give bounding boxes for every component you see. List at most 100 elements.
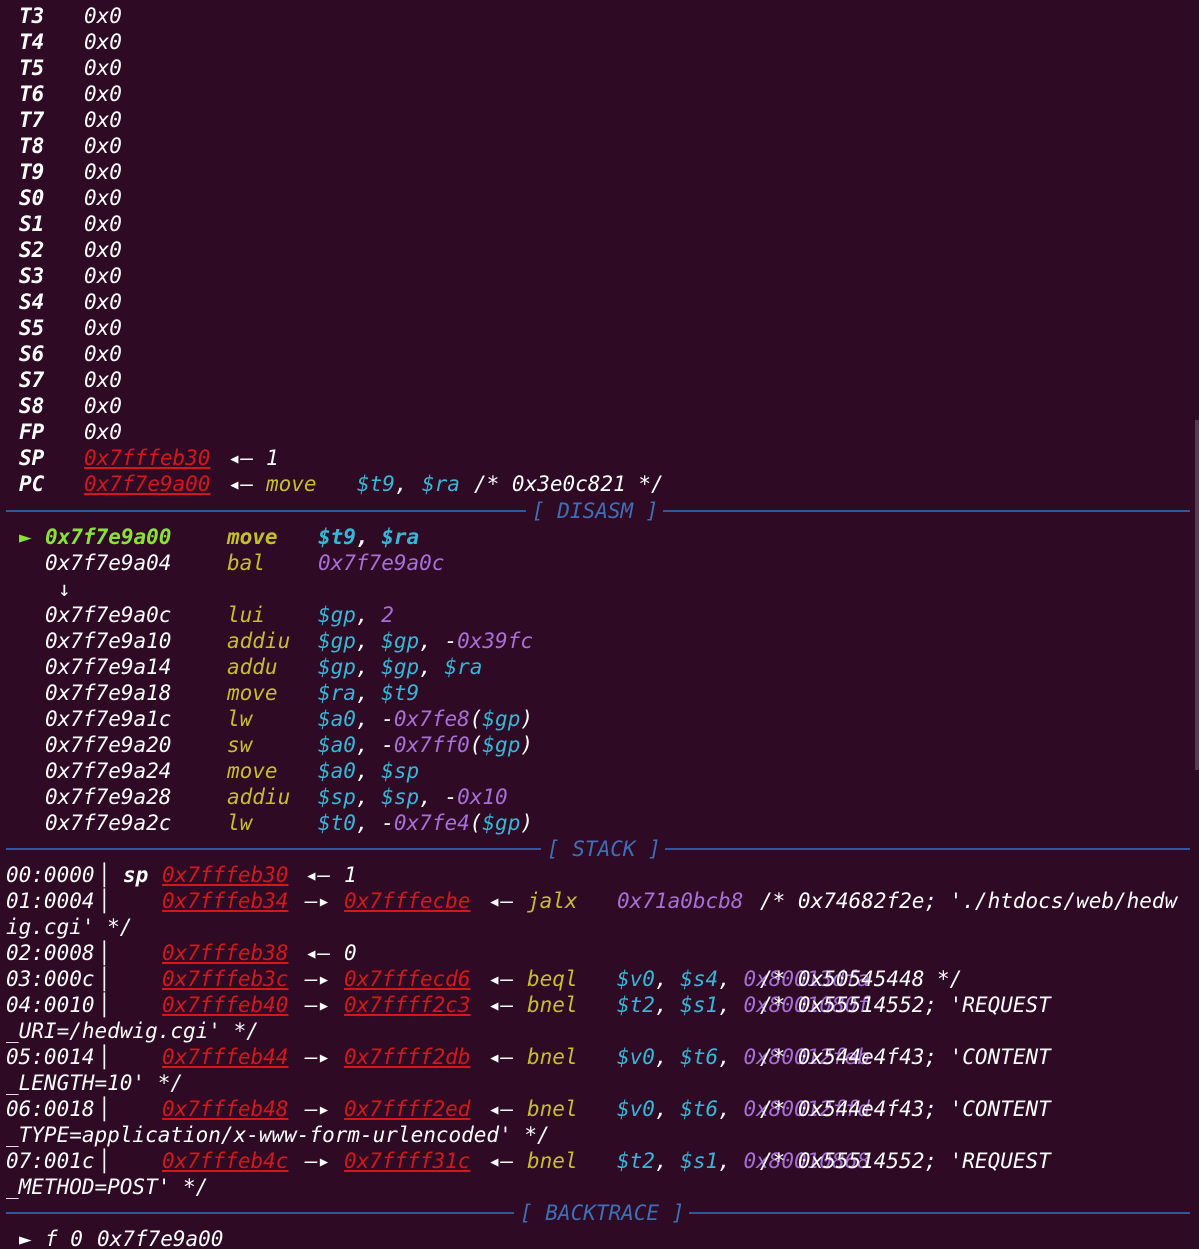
operands: $sp, $sp, -0x10 bbox=[318, 784, 508, 810]
stack-pointer-label: sp bbox=[123, 863, 149, 887]
instruction-comment: /* 0x55514552; 'REQUEST bbox=[760, 993, 1051, 1017]
stack-separator: │ bbox=[98, 1045, 111, 1069]
operand: $gp bbox=[318, 655, 356, 679]
register-name: T4 bbox=[19, 30, 45, 54]
operand: , bbox=[654, 1149, 681, 1173]
instruction-address[interactable]: 0x7f7e9a24 bbox=[45, 758, 171, 784]
mnemonic: bnel bbox=[527, 1149, 578, 1173]
instruction-address[interactable]: 0x7f7e9a28 bbox=[45, 784, 171, 810]
operand: $a0 bbox=[318, 707, 356, 731]
instruction-comment: /* 0x55514552; 'REQUEST bbox=[760, 1149, 1051, 1173]
operands: $a0, -0x7fe8($gp) bbox=[318, 706, 533, 732]
stack-pointer-link[interactable]: 0x7fffecd6 bbox=[344, 966, 470, 992]
mnemonic: move bbox=[227, 525, 278, 549]
disasm-line: ► 0x7f7e9a00 move $t9, $ra bbox=[0, 524, 1199, 550]
frame-address[interactable]: 0x7f7e9a00 bbox=[97, 1226, 223, 1249]
instruction-address[interactable]: 0x7f7e9a00 bbox=[45, 524, 171, 550]
operands: $gp, 2 bbox=[318, 602, 394, 628]
register-address-link[interactable]: 0x7f7e9a00 bbox=[84, 471, 210, 497]
operand: $t2 bbox=[617, 993, 655, 1017]
instruction-address[interactable]: 0x7f7e9a2c bbox=[45, 810, 171, 836]
operand: - bbox=[381, 707, 394, 731]
operand: $ra bbox=[444, 655, 483, 679]
operand: , bbox=[355, 525, 382, 549]
terminal-window[interactable]: T3 0x0 T4 0x0 T5 0x0 T6 0x0 T7 0x0 T8 0x0 T9 0x0 S0 0x0… bbox=[0, 0, 1199, 1249]
stack-pointer-link[interactable]: 0x7ffff2db bbox=[344, 1044, 470, 1070]
header-rule bbox=[663, 510, 1190, 512]
instruction-comment-wrap: _LENGTH=10' */ bbox=[6, 1071, 184, 1095]
stack-address-link[interactable]: 0x7fffeb30 bbox=[162, 862, 288, 888]
backtrace-header: [ BACKTRACE ] bbox=[6, 1200, 1190, 1226]
operand: , bbox=[355, 707, 382, 731]
stack-separator: │ bbox=[98, 1097, 111, 1121]
stack-row: 03:000c │ 0x7fffeb3c —▸ 0x7fffecd6 ◂— beql $v0,… bbox=[0, 966, 1199, 992]
register-name: T7 bbox=[19, 108, 45, 132]
instruction-comment-wrap: _TYPE=application/x-www-form-urlencoded'… bbox=[6, 1123, 550, 1147]
register-name: S2 bbox=[19, 238, 45, 262]
stack-offset: 04:0010 bbox=[6, 993, 95, 1017]
stack-address-link[interactable]: 0x7fffeb3c bbox=[162, 966, 288, 992]
stack-pointer-link[interactable]: 0x7ffff31c bbox=[344, 1148, 470, 1174]
instruction-address[interactable]: 0x7f7e9a18 bbox=[45, 680, 171, 706]
stack-address-link[interactable]: 0x7fffeb38 bbox=[162, 940, 288, 966]
deref-arrow: ◂— bbox=[488, 967, 514, 991]
instruction-comment: /* 0x544e4f43; 'CONTENT bbox=[760, 1097, 1051, 1121]
operand: 0x7f7e9a0c bbox=[318, 551, 445, 575]
operand: , bbox=[654, 967, 681, 991]
instruction-address[interactable]: 0x7f7e9a14 bbox=[45, 654, 171, 680]
stack-offset: 00:0000 bbox=[6, 863, 95, 887]
instruction-address[interactable]: 0x7f7e9a1c bbox=[45, 706, 171, 732]
register-name: T8 bbox=[19, 134, 45, 158]
stack-header: [ STACK ] bbox=[6, 836, 1190, 862]
stack-offset: 02:0008 bbox=[6, 941, 95, 965]
operand: , bbox=[355, 733, 382, 757]
stack-address-link[interactable]: 0x7fffeb34 bbox=[162, 888, 288, 914]
operand: , bbox=[355, 759, 382, 783]
mnemonic: move bbox=[266, 472, 317, 496]
stack-separator: │ bbox=[98, 1149, 111, 1173]
stack-pointer-link[interactable]: 0x7ffff2c3 bbox=[344, 992, 470, 1018]
stack-row: 06:0018 │ 0x7fffeb48 —▸ 0x7ffff2ed ◂— bnel $v0,… bbox=[0, 1096, 1199, 1122]
deref-arrow: ◂— bbox=[488, 993, 514, 1017]
operand: $gp bbox=[381, 655, 420, 679]
header-title: [ BACKTRACE ] bbox=[520, 1201, 685, 1225]
operand: $sp bbox=[381, 759, 420, 783]
register-value: 0x0 bbox=[84, 108, 122, 132]
header-title: [ STACK ] bbox=[547, 837, 661, 861]
register-row: S6 0x0 bbox=[0, 341, 1199, 367]
stack-row-wrap: _LENGTH=10' */ bbox=[0, 1070, 1199, 1096]
deref-arrow: —▸ bbox=[305, 1149, 331, 1173]
register-value: 0x0 bbox=[84, 160, 122, 184]
scrollbar[interactable] bbox=[1195, 420, 1199, 770]
stack-pointer-link[interactable]: 0x7ffff2ed bbox=[344, 1096, 470, 1122]
stack-separator: │ bbox=[98, 863, 111, 887]
stack-address-link[interactable]: 0x7fffeb48 bbox=[162, 1096, 288, 1122]
operand: , bbox=[718, 1097, 744, 1121]
stack-separator: │ bbox=[98, 993, 111, 1017]
stack-address-link[interactable]: 0x7fffeb40 bbox=[162, 992, 288, 1018]
operand: , bbox=[654, 993, 681, 1017]
stack-address-link[interactable]: 0x7fffeb4c bbox=[162, 1148, 288, 1174]
stack-pointer-link[interactable]: 0x7fffecbe bbox=[344, 888, 470, 914]
instruction-address[interactable]: 0x7f7e9a04 bbox=[45, 550, 171, 576]
register-row: T9 0x0 bbox=[0, 159, 1199, 185]
operand: - bbox=[381, 733, 394, 757]
operand: 2 bbox=[381, 603, 394, 627]
register-address-link[interactable]: 0x7fffeb30 bbox=[84, 445, 210, 471]
mnemonic: addu bbox=[227, 655, 278, 679]
operand-separator: , bbox=[395, 472, 408, 496]
register-value: 0x0 bbox=[84, 290, 122, 314]
instruction-address[interactable]: 0x7f7e9a20 bbox=[45, 732, 171, 758]
instruction-address[interactable]: 0x7f7e9a10 bbox=[45, 628, 171, 654]
stack-separator: │ bbox=[98, 941, 111, 965]
stack-address-link[interactable]: 0x7fffeb44 bbox=[162, 1044, 288, 1070]
disasm-line: 0x7f7e9a0c lui $gp, 2 bbox=[0, 602, 1199, 628]
register-name: S7 bbox=[19, 368, 45, 392]
operands: $a0, -0x7ff0($gp) bbox=[318, 732, 533, 758]
deref-arrow: ◂— bbox=[488, 889, 514, 913]
operand: 0x7fe4 bbox=[393, 811, 470, 835]
register-value: 0x0 bbox=[84, 368, 122, 392]
mnemonic: jalx bbox=[527, 889, 578, 913]
deref-arrow: ◂— bbox=[228, 472, 254, 496]
instruction-address[interactable]: 0x7f7e9a0c bbox=[45, 602, 171, 628]
